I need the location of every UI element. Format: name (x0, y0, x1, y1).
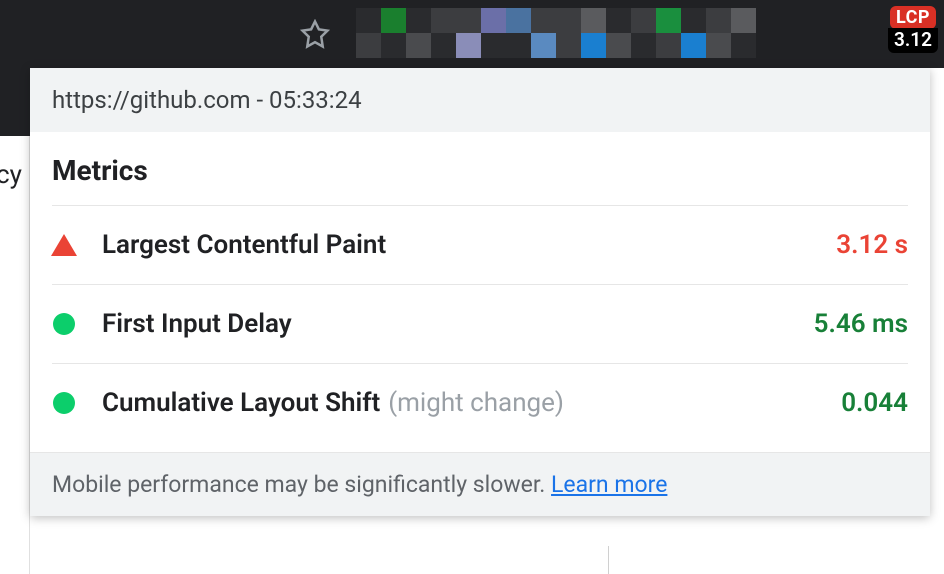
extension-icon[interactable] (356, 8, 406, 58)
metrics-heading: Metrics (52, 154, 908, 187)
extensions-area (356, 8, 756, 58)
metric-value: 5.46 ms (814, 309, 908, 339)
popup-footer: Mobile performance may be significantly … (30, 452, 930, 516)
page-divider (608, 546, 609, 574)
extension-icon[interactable] (506, 8, 556, 58)
web-vitals-badge[interactable]: LCP 3.12 (888, 6, 938, 53)
lcp-badge-label: LCP (890, 6, 936, 29)
metric-label: Cumulative Layout Shift (102, 388, 380, 418)
bookmark-star-icon[interactable] (300, 19, 330, 49)
status-circle-icon (52, 312, 76, 336)
footer-text: Mobile performance may be significantly … (52, 471, 551, 498)
metric-note: (might change) (388, 388, 564, 418)
browser-toolbar: LCP 3.12 (0, 0, 944, 68)
metric-value: 3.12 s (836, 230, 908, 260)
learn-more-link[interactable]: Learn more (551, 471, 667, 498)
page-left-edge (0, 68, 30, 574)
popup-header: https://github.com - 05:33:24 (30, 68, 930, 132)
metric-label: Largest Contentful Paint (102, 230, 386, 260)
metric-value: 0.044 (841, 388, 908, 418)
lcp-badge-value: 3.12 (888, 28, 938, 53)
metric-row-lcp: Largest Contentful Paint 3.12 s (52, 205, 908, 284)
page-text-fragment: cy (0, 160, 22, 190)
extension-icon[interactable] (606, 8, 656, 58)
metric-row-fid: First Input Delay 5.46 ms (52, 284, 908, 363)
status-triangle-icon (52, 233, 76, 257)
extension-icon[interactable] (406, 8, 456, 58)
extension-icon[interactable] (656, 8, 706, 58)
web-vitals-popup: https://github.com - 05:33:24 Metrics La… (30, 68, 930, 516)
metric-row-cls: Cumulative Layout Shift (might change) 0… (52, 363, 908, 442)
extension-icon[interactable] (706, 8, 756, 58)
metric-label: First Input Delay (102, 309, 292, 339)
status-circle-icon (52, 391, 76, 415)
extension-icon[interactable] (456, 8, 506, 58)
extension-icon[interactable] (556, 8, 606, 58)
